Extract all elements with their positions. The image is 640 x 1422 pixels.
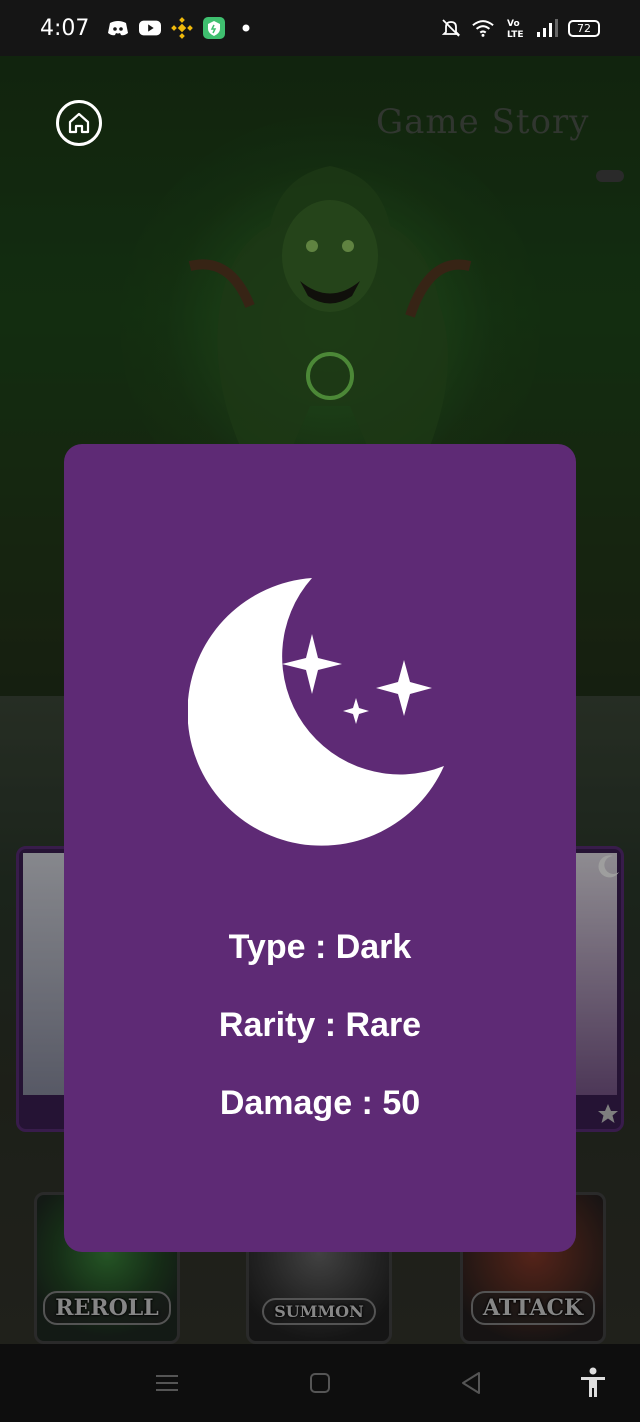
- svg-text:Vo: Vo: [507, 19, 520, 29]
- accessibility-icon: [581, 1367, 605, 1397]
- menu-handle[interactable]: [596, 170, 624, 182]
- accessibility-button[interactable]: [576, 1366, 610, 1400]
- damage-stat: Damage : 50: [219, 1084, 421, 1122]
- rarity-stat: Rarity : Rare: [218, 1006, 422, 1044]
- back-button[interactable]: [454, 1366, 488, 1400]
- back-icon: [462, 1372, 480, 1394]
- menu-icon: [156, 1375, 178, 1391]
- moon-stars-icon: [188, 578, 444, 846]
- youtube-icon: [139, 17, 162, 39]
- wifi-icon: [472, 17, 494, 39]
- type-stat: Type : Dark: [228, 928, 412, 966]
- dot-icon: [235, 17, 257, 39]
- vpn-icon: [203, 17, 226, 39]
- svg-text:LTE: LTE: [507, 30, 523, 39]
- recents-button[interactable]: [150, 1366, 184, 1400]
- home-icon: [68, 112, 90, 134]
- page-title: Game Story: [376, 102, 590, 142]
- status-time: 4:07: [40, 15, 90, 41]
- home-square-icon: [310, 1373, 330, 1393]
- home-nav-button[interactable]: [303, 1366, 337, 1400]
- card-detail-modal: [64, 444, 576, 1252]
- status-bar: 4:07 Vo LTE 72: [0, 0, 640, 56]
- home-button[interactable]: [56, 100, 102, 146]
- binance-icon: [171, 17, 194, 39]
- system-nav-bar: [0, 1344, 640, 1422]
- volte-icon: Vo LTE: [504, 17, 526, 39]
- discord-icon: [107, 17, 129, 39]
- battery-icon: 72: [568, 19, 600, 37]
- bell-off-icon: [440, 17, 462, 39]
- signal-icon: [536, 17, 558, 39]
